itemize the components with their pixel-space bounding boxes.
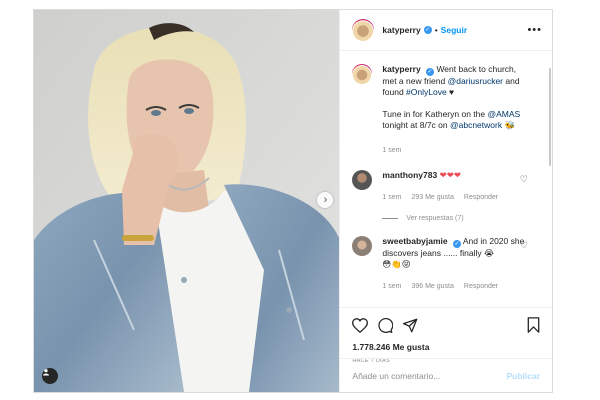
comment-likes[interactable]: 293 Me gusta — [411, 192, 453, 203]
post-photo[interactable]: › — [34, 10, 340, 392]
reply-button[interactable]: Responder — [464, 192, 498, 203]
comment-username[interactable]: manthony783 — [382, 170, 437, 180]
commenter-avatar[interactable] — [352, 170, 373, 190]
comments-list: katyperry ✓ Went back to church, met a n… — [340, 52, 552, 307]
mention-link[interactable]: @abcnetwork — [450, 120, 502, 130]
view-replies[interactable]: Ver respuestas (7) — [382, 215, 540, 222]
hashtag-link[interactable]: #OnlyLove — [406, 87, 447, 97]
tagged-users-icon[interactable] — [42, 368, 58, 384]
comment-time[interactable]: 1 sem — [382, 192, 401, 203]
author-avatar[interactable] — [352, 19, 375, 41]
comment-likes[interactable]: 396 Me gusta — [411, 281, 453, 292]
comment-username[interactable]: sweetbabyjamie — [382, 236, 447, 246]
comment-text: ❤❤❤ — [439, 170, 461, 180]
save-bookmark-icon[interactable] — [527, 317, 540, 333]
verified-badge-icon: ✓ — [452, 240, 461, 248]
comment-time[interactable]: 1 sem — [382, 281, 401, 292]
verified-badge-icon: ✓ — [426, 68, 435, 76]
like-count[interactable]: 1.778.246 Me gusta — [352, 342, 540, 352]
reply-button[interactable]: Responder — [464, 281, 498, 292]
share-paper-plane-icon[interactable] — [403, 318, 418, 333]
like-comment-heart-icon[interactable]: ♡ — [520, 174, 528, 185]
comments-scrollbar[interactable] — [549, 68, 551, 166]
caption: katyperry ✓ Went back to church, met a n… — [352, 64, 540, 156]
caption-avatar[interactable] — [352, 64, 373, 84]
add-comment-bar: Añade un comentario... Publicar — [340, 358, 552, 392]
verified-badge-icon: ✓ — [423, 26, 432, 34]
view-replies-label[interactable]: Ver respuestas (7) — [406, 215, 463, 222]
follow-button[interactable]: Seguir — [441, 25, 467, 35]
commenter-avatar[interactable] — [352, 236, 373, 256]
comment-item: manthony783 ❤❤❤ 1 sem 293 Me gusta Respo… — [352, 170, 540, 203]
comment-bubble-icon[interactable] — [378, 317, 394, 333]
caption-username[interactable]: katyperry — [382, 64, 420, 74]
divider — [382, 218, 399, 219]
caption-time[interactable]: 1 sem — [382, 145, 401, 156]
comment-item: sweetbabyjamie ✓ And in 2020 she discove… — [352, 236, 540, 292]
post-header: katyperry ✓ • Seguir ••• — [340, 10, 552, 51]
post-sidebar: katyperry ✓ • Seguir ••• katyperry ✓ Wen… — [339, 10, 552, 392]
like-heart-icon[interactable] — [352, 317, 369, 333]
like-comment-heart-icon[interactable]: ♡ — [520, 240, 528, 251]
publish-button[interactable]: Publicar — [506, 371, 540, 381]
author-username[interactable]: katyperry — [382, 25, 420, 35]
mention-link[interactable]: @AMAS — [487, 109, 520, 119]
instagram-post: › katyperry ✓ • Seguir ••• katyperry ✓ W… — [33, 9, 553, 393]
comment-input[interactable]: Añade un comentario... — [352, 371, 440, 381]
photo-illustration — [34, 10, 340, 392]
more-options-icon[interactable]: ••• — [527, 24, 542, 36]
mention-link[interactable]: @dariusrucker — [448, 76, 503, 86]
comment-emojis: 😳👏😝 — [382, 259, 411, 269]
